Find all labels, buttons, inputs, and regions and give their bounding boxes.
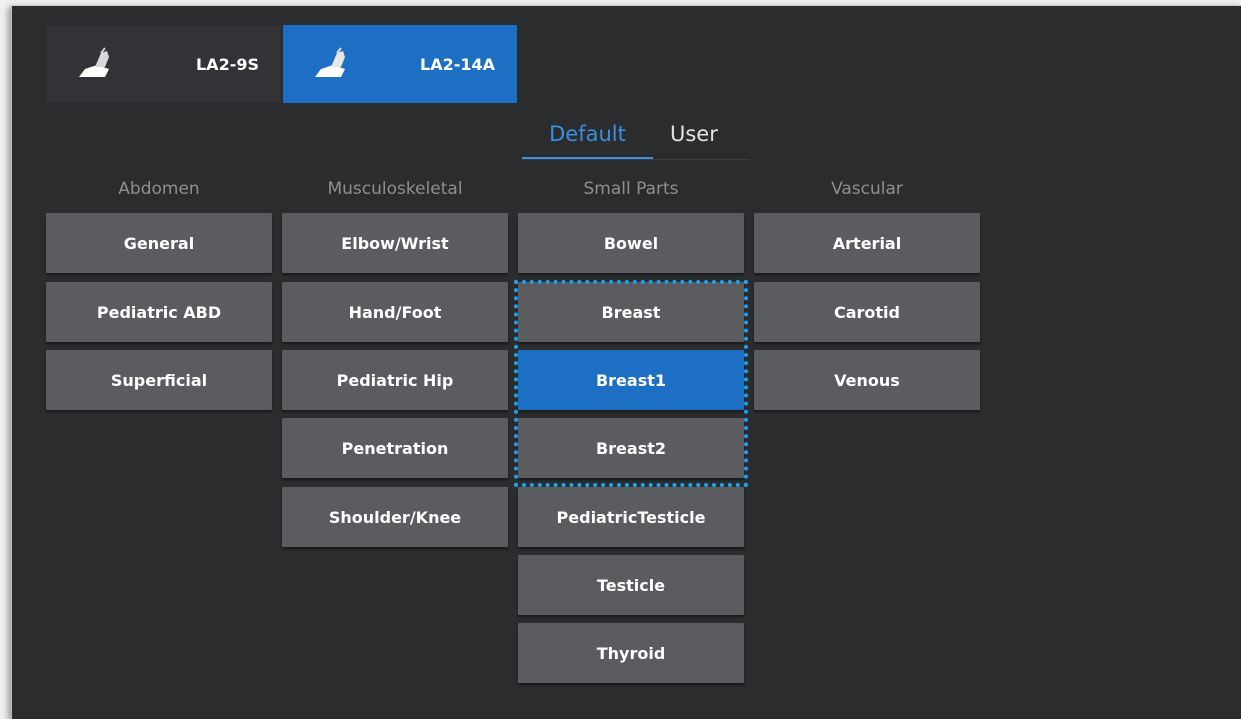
preset-button-elbow-wrist[interactable]: Elbow/Wrist xyxy=(282,213,508,273)
preset-button-superficial[interactable]: Superficial xyxy=(46,350,272,410)
column-header-abdomen: Abdomen xyxy=(118,179,200,199)
preset-button-hand-foot[interactable]: Hand/Foot xyxy=(282,282,508,342)
preset-button-breast1[interactable]: Breast1 xyxy=(518,350,744,410)
probe-button-la2-9s[interactable]: LA2-9S xyxy=(47,25,281,103)
preset-button-thyroid[interactable]: Thyroid xyxy=(518,623,744,683)
probe-label: LA2-14A xyxy=(420,54,495,74)
column-header-musculoskeletal: Musculoskeletal xyxy=(327,179,463,199)
column-header-vascular: Vascular xyxy=(831,179,903,199)
column-header-small-parts: Small Parts xyxy=(583,179,679,199)
linear-probe-icon xyxy=(315,47,345,77)
preset-button-general[interactable]: General xyxy=(46,213,272,273)
preset-button-carotid[interactable]: Carotid xyxy=(754,282,980,342)
preset-button-shoulder-knee[interactable]: Shoulder/Knee xyxy=(282,487,508,547)
preset-button-testicle[interactable]: Testicle xyxy=(518,555,744,615)
preset-button-arterial[interactable]: Arterial xyxy=(754,213,980,273)
preset-button-pediatric-hip[interactable]: Pediatric Hip xyxy=(282,350,508,410)
preset-button-pediatric-testicle[interactable]: PediatricTesticle xyxy=(518,487,744,547)
probe-button-la2-14a[interactable]: LA2-14A xyxy=(283,25,517,103)
preset-button-venous[interactable]: Venous xyxy=(754,350,980,410)
preset-selection-panel: LA2-9S LA2-14A Default User Abdomen Musc… xyxy=(11,5,1241,719)
preset-button-penetration[interactable]: Penetration xyxy=(282,418,508,478)
tab-default[interactable]: Default xyxy=(522,119,653,159)
probe-label: LA2-9S xyxy=(195,54,259,74)
preset-button-pediatric-abd[interactable]: Pediatric ABD xyxy=(46,282,272,342)
linear-probe-icon xyxy=(79,47,109,77)
preset-button-bowel[interactable]: Bowel xyxy=(518,213,744,273)
preset-button-breast2[interactable]: Breast2 xyxy=(518,418,744,478)
tab-user[interactable]: User xyxy=(670,119,718,157)
preset-tabs: Default User xyxy=(522,119,750,160)
preset-button-breast[interactable]: Breast xyxy=(518,282,744,342)
